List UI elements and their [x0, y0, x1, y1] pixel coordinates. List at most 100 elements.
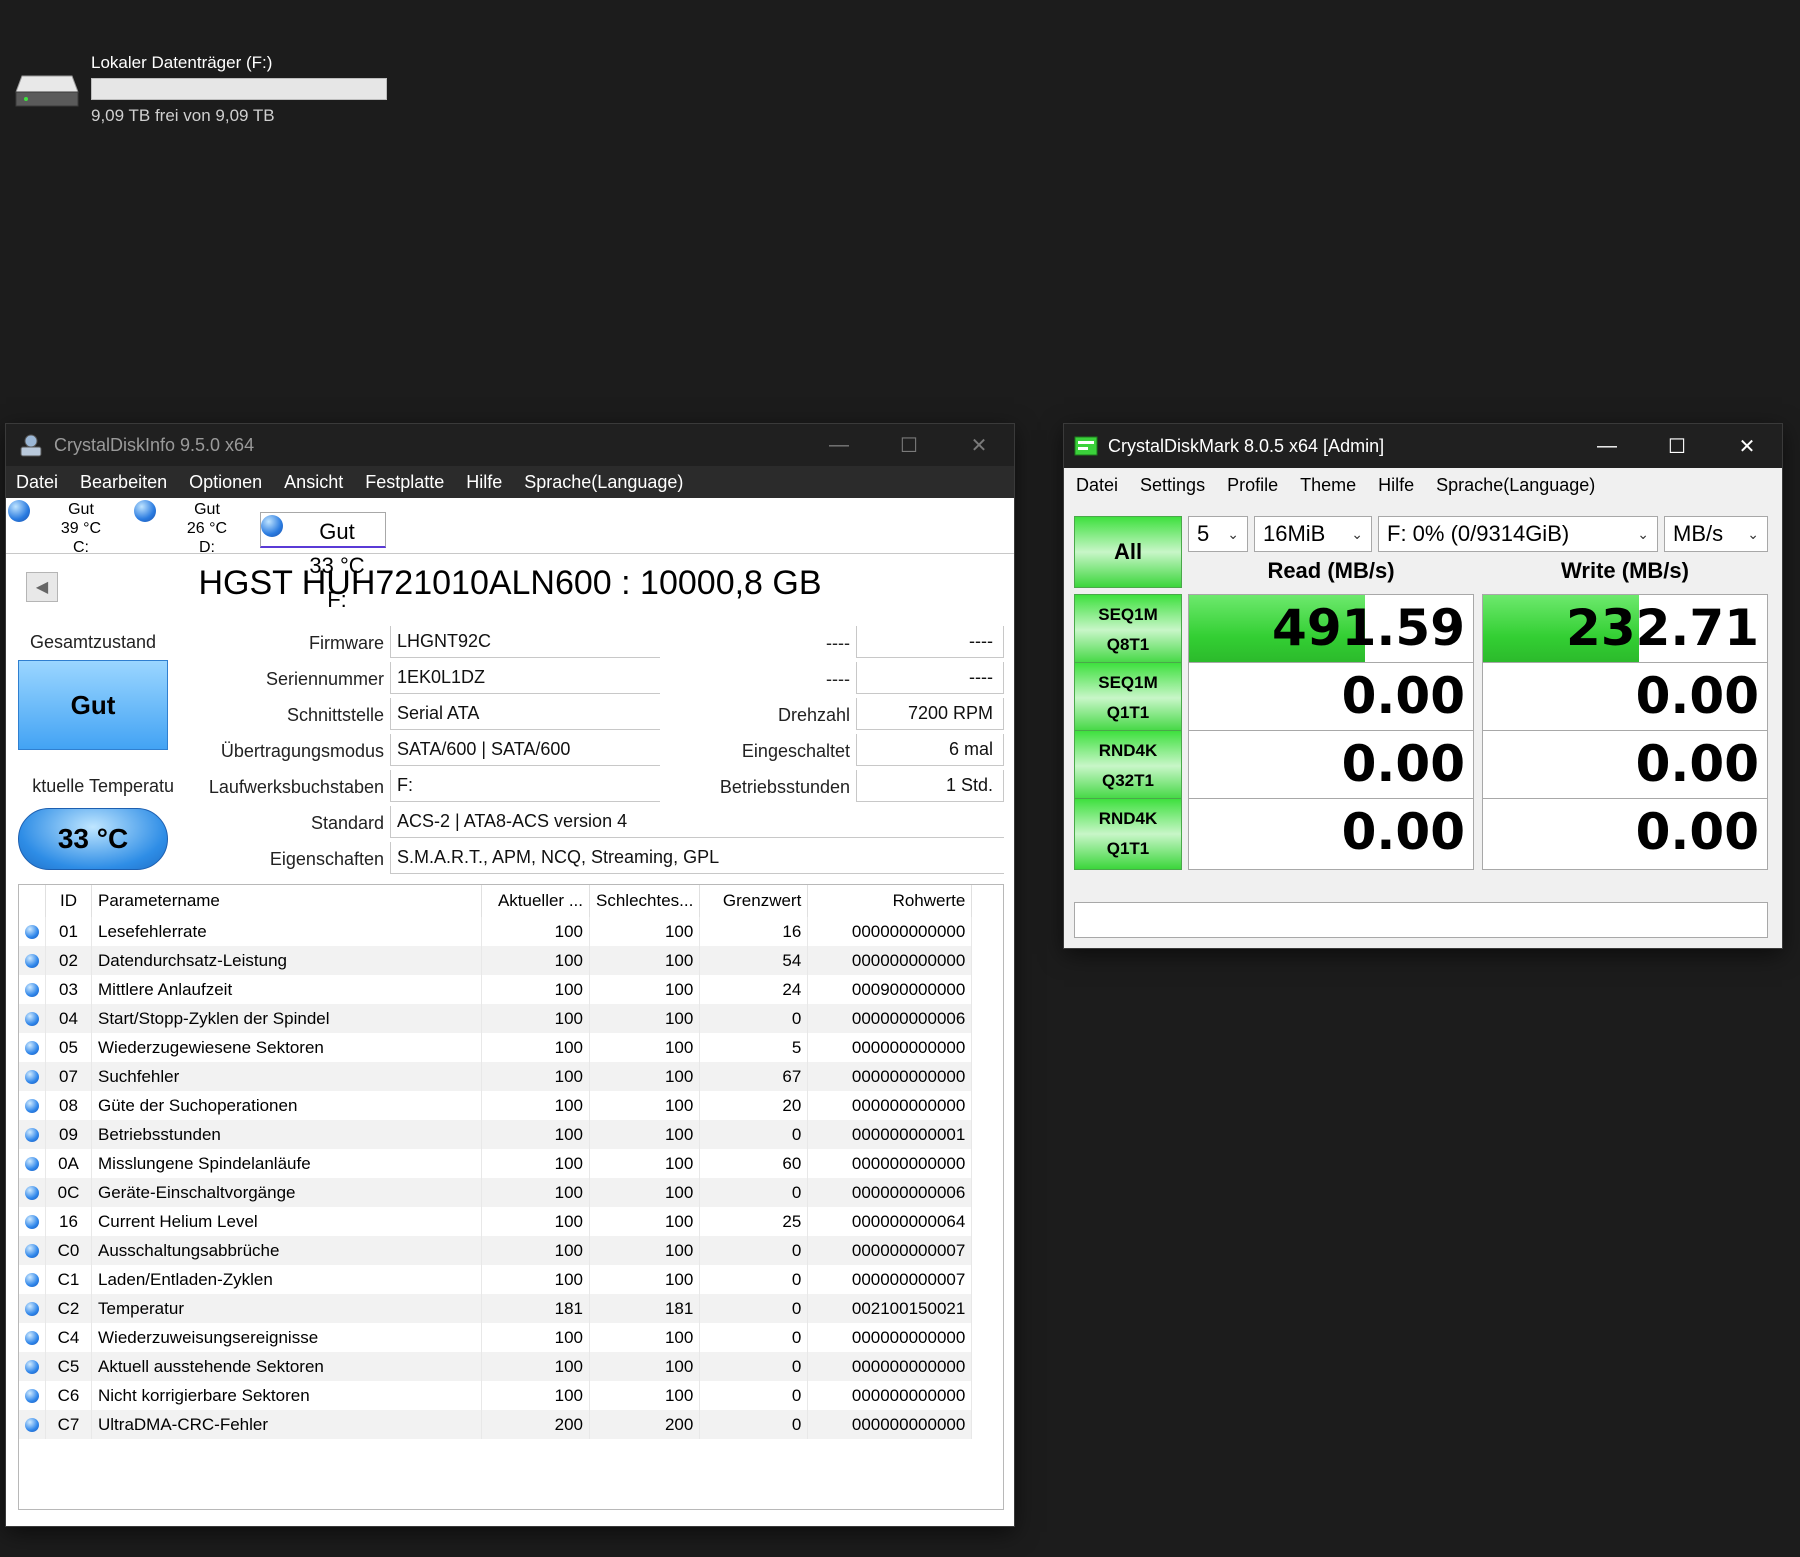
- table-row[interactable]: 01 Lesefehlerrate 100 100 16 000000000000: [19, 917, 973, 946]
- menu-settings[interactable]: Settings: [1140, 475, 1205, 496]
- menu-datei[interactable]: Datei: [1076, 475, 1118, 496]
- target-drive-select[interactable]: F: 0% (0/9314GiB) ⌄: [1378, 516, 1658, 552]
- cell-current: 100: [481, 1381, 590, 1410]
- table-row[interactable]: 0A Misslungene Spindelanläufe 100 100 60 0000…: [19, 1149, 973, 1178]
- window-title: CrystalDiskInfo 9.5.0 x64: [54, 434, 255, 455]
- test-size-select[interactable]: 16MiB ⌄: [1254, 516, 1372, 552]
- run-all-button[interactable]: All: [1074, 516, 1182, 588]
- cell-worst: 100: [589, 1033, 701, 1062]
- column-header-raw[interactable]: Rohwerte: [807, 885, 973, 917]
- menu-profile[interactable]: Profile: [1227, 475, 1278, 496]
- cell-threshold: 0: [699, 1004, 809, 1033]
- disk-letter: D:: [199, 539, 215, 556]
- test-button-3[interactable]: RND4K Q1T1: [1074, 798, 1182, 870]
- crystaldiskmark-app-icon: [1074, 436, 1098, 456]
- write-column-header: Write (MB/s): [1561, 558, 1689, 583]
- crystaldiskinfo-window: CrystalDiskInfo 9.5.0 x64 — ☐ ✕ Datei Be…: [6, 424, 1014, 1526]
- temperature-display[interactable]: 33 °C: [18, 808, 168, 870]
- test-name: SEQ1M: [1098, 673, 1158, 692]
- menu-hilfe[interactable]: Hilfe: [466, 472, 502, 493]
- maximize-button[interactable]: ☐: [874, 424, 944, 466]
- cell-id: 01: [45, 917, 92, 946]
- table-row[interactable]: C6 Nicht korrigierbare Sektoren 100 100 0 000…: [19, 1381, 973, 1410]
- menu-sprache[interactable]: Sprache(Language): [1436, 475, 1595, 496]
- test-button-0[interactable]: SEQ1M Q8T1: [1074, 594, 1182, 666]
- column-header-threshold[interactable]: Grenzwert: [699, 885, 809, 917]
- maximize-button[interactable]: ☐: [1642, 424, 1712, 468]
- table-row[interactable]: C5 Aktuell ausstehende Sektoren 100 100 0 000…: [19, 1352, 973, 1381]
- table-row[interactable]: C2 Temperatur 181 181 0 002100150021: [19, 1294, 973, 1323]
- cell-raw: 000000000000: [807, 1091, 973, 1120]
- menu-hilfe[interactable]: Hilfe: [1378, 475, 1414, 496]
- table-row[interactable]: C1 Laden/Entladen-Zyklen 100 100 0 0000000000…: [19, 1265, 973, 1294]
- column-header-current[interactable]: Aktueller ...: [481, 885, 590, 917]
- features-label: Eigenschaften: [269, 849, 384, 869]
- table-row[interactable]: 04 Start/Stopp-Zyklen der Spindel 100 100 0 0…: [19, 1004, 973, 1033]
- table-row[interactable]: 08 Güte der Suchoperationen 100 100 20 000000…: [19, 1091, 973, 1120]
- table-row[interactable]: 03 Mittlere Anlaufzeit 100 100 24 00090000000…: [19, 975, 973, 1004]
- cell-name: Ausschaltungsabbrüche: [91, 1236, 482, 1265]
- cell-raw: 000000000006: [807, 1178, 973, 1207]
- menu-bearbeiten[interactable]: Bearbeiten: [80, 472, 167, 493]
- cell-current: 100: [481, 917, 590, 946]
- write-result-0: 232.71: [1482, 594, 1768, 666]
- cell-current: 100: [481, 1207, 590, 1236]
- column-header-worst[interactable]: Schlechtes...: [589, 885, 701, 917]
- cell-raw: 000000000007: [807, 1236, 973, 1265]
- read-result-value: 0.00: [1341, 803, 1465, 861]
- menu-ansicht[interactable]: Ansicht: [284, 472, 343, 493]
- menu-datei[interactable]: Datei: [16, 472, 58, 493]
- disk-tab-c[interactable]: Gut 39 °C C:: [8, 498, 134, 556]
- table-row[interactable]: 02 Datendurchsatz-Leistung 100 100 54 0000000…: [19, 946, 973, 975]
- column-header-name[interactable]: Parametername: [91, 885, 482, 917]
- test-params: Q1T1: [1106, 703, 1150, 722]
- blank-label-2: ----: [826, 669, 850, 689]
- crystaldiskinfo-app-icon: [20, 434, 42, 457]
- table-row[interactable]: C7 UltraDMA-CRC-Fehler 200 200 0 000000000000: [19, 1410, 973, 1439]
- menu-theme[interactable]: Theme: [1300, 475, 1356, 496]
- menu-sprache[interactable]: Sprache(Language): [524, 472, 683, 493]
- cell-current: 200: [481, 1410, 590, 1439]
- minimize-button[interactable]: —: [804, 424, 874, 466]
- drive-tile-f[interactable]: Lokaler Datenträger (F:) 9,09 TB frei vo…: [14, 50, 394, 140]
- test-button-2[interactable]: RND4K Q32T1: [1074, 730, 1182, 802]
- previous-disk-button[interactable]: ◀: [26, 572, 58, 602]
- test-button-1[interactable]: SEQ1M Q1T1: [1074, 662, 1182, 734]
- health-status-button[interactable]: Gut: [18, 660, 168, 750]
- table-row[interactable]: 09 Betriebsstunden 100 100 0 000000000001: [19, 1120, 973, 1149]
- close-button[interactable]: ✕: [944, 424, 1014, 466]
- cell-worst: 100: [589, 1178, 701, 1207]
- column-header-id[interactable]: ID: [45, 885, 92, 917]
- menu-festplatte[interactable]: Festplatte: [365, 472, 444, 493]
- table-row[interactable]: C4 Wiederzuweisungsereignisse 100 100 0 00000…: [19, 1323, 973, 1352]
- write-result-3: 0.00: [1482, 798, 1768, 870]
- menu-optionen[interactable]: Optionen: [189, 472, 262, 493]
- unit-select[interactable]: MB/s ⌄: [1664, 516, 1768, 552]
- minimize-button[interactable]: —: [1572, 424, 1642, 468]
- column-header-status[interactable]: [19, 885, 46, 917]
- disk-tab-d[interactable]: Gut 26 °C D:: [134, 498, 260, 556]
- test-count-select[interactable]: 5 ⌄: [1188, 516, 1248, 552]
- cell-name: Lesefehlerrate: [91, 917, 482, 946]
- cell-threshold: 0: [699, 1236, 809, 1265]
- table-row[interactable]: 07 Suchfehler 100 100 67 000000000000: [19, 1062, 973, 1091]
- table-header-row: ID Parametername Aktueller ... Schlechte…: [19, 885, 973, 917]
- close-button[interactable]: ✕: [1712, 424, 1782, 468]
- cell-name: Current Helium Level: [91, 1207, 482, 1236]
- test-params: Q32T1: [1102, 771, 1154, 790]
- table-row[interactable]: 0C Geräte-Einschaltvorgänge 100 100 0 0000000…: [19, 1178, 973, 1207]
- test-params: Q1T1: [1106, 839, 1150, 858]
- table-row[interactable]: C0 Ausschaltungsabbrüche 100 100 0 0000000000…: [19, 1236, 973, 1265]
- comment-input[interactable]: [1074, 902, 1768, 938]
- disk-status: Gut: [68, 501, 94, 518]
- read-result-2: 0.00: [1188, 730, 1474, 802]
- table-row[interactable]: 05 Wiederzugewiesene Sektoren 100 100 5 00000…: [19, 1033, 973, 1062]
- serial-label: Seriennummer: [265, 669, 384, 689]
- cell-id: 03: [45, 975, 92, 1004]
- disk-tab-f[interactable]: Gut 33 °C F:: [260, 512, 386, 612]
- menu-bar: Datei Bearbeiten Optionen Ansicht Festpl…: [6, 466, 1014, 498]
- table-row[interactable]: 16 Current Helium Level 100 100 25 0000000000…: [19, 1207, 973, 1236]
- smart-attributes-table[interactable]: ID Parametername Aktueller ... Schlechte…: [18, 884, 1004, 1510]
- cell-threshold: 0: [699, 1294, 809, 1323]
- write-result-1: 0.00: [1482, 662, 1768, 734]
